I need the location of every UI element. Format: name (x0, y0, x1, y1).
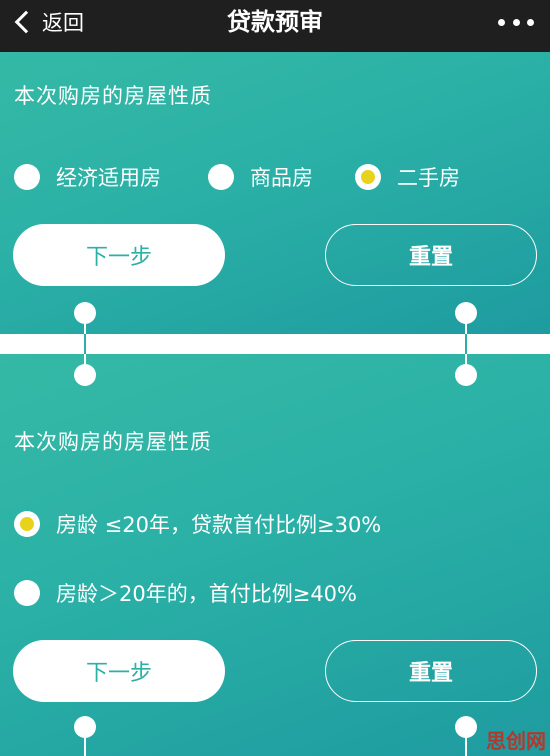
reset-button[interactable]: 重置 (325, 224, 537, 286)
option-age-under-20[interactable]: 房龄 ≤20年，贷款首付比例≥30% (14, 509, 381, 539)
radio-button-selected[interactable] (355, 164, 381, 190)
section-house-type: 本次购房的房屋性质 经济适用房 商品房 二手房 下一步 重置 (0, 52, 550, 334)
radio-button[interactable] (208, 164, 234, 190)
connector-line (465, 334, 467, 354)
option-commercial-housing[interactable]: 商品房 (208, 162, 313, 192)
more-menu-button[interactable] (498, 10, 534, 34)
connector-line (465, 312, 467, 334)
next-button[interactable]: 下一步 (13, 640, 225, 702)
option-label: 商品房 (250, 166, 313, 190)
more-dot-icon (527, 18, 534, 26)
back-label: 返回 (42, 11, 84, 35)
section-house-age: 本次购房的房屋性质 房龄 ≤20年，贷款首付比例≥30% 房龄＞20年的，首付比… (0, 354, 550, 756)
more-dot-icon (498, 18, 505, 26)
reset-button[interactable]: 重置 (325, 640, 537, 702)
radio-button[interactable] (14, 580, 40, 606)
back-button[interactable]: 返回 (12, 0, 84, 44)
question-label: 本次购房的房屋性质 (14, 430, 212, 454)
option-label: 房龄＞20年的，首付比例≥40% (56, 582, 357, 606)
section-divider (0, 334, 550, 354)
nav-header: 返回 贷款预审 (0, 0, 550, 52)
question-label: 本次购房的房屋性质 (14, 84, 212, 108)
option-label: 二手房 (397, 166, 460, 190)
option-label: 房龄 ≤20年，贷款首付比例≥30% (56, 513, 382, 537)
connector-line (84, 334, 86, 354)
watermark-logo: 思创网 (486, 729, 546, 753)
connector-dot (455, 364, 477, 386)
radio-button[interactable] (14, 164, 40, 190)
connector-line (84, 312, 86, 334)
next-button[interactable]: 下一步 (13, 224, 225, 286)
option-age-over-20[interactable]: 房龄＞20年的，首付比例≥40% (14, 578, 357, 608)
connector-dot (74, 364, 96, 386)
option-second-hand-housing[interactable]: 二手房 (355, 162, 460, 192)
connector-line (84, 726, 86, 756)
chevron-left-icon (14, 10, 38, 34)
more-dot-icon (512, 18, 520, 26)
option-label: 经济适用房 (56, 166, 161, 190)
connector-line (465, 726, 467, 756)
option-affordable-housing[interactable]: 经济适用房 (14, 162, 161, 192)
radio-button-selected[interactable] (14, 511, 40, 537)
